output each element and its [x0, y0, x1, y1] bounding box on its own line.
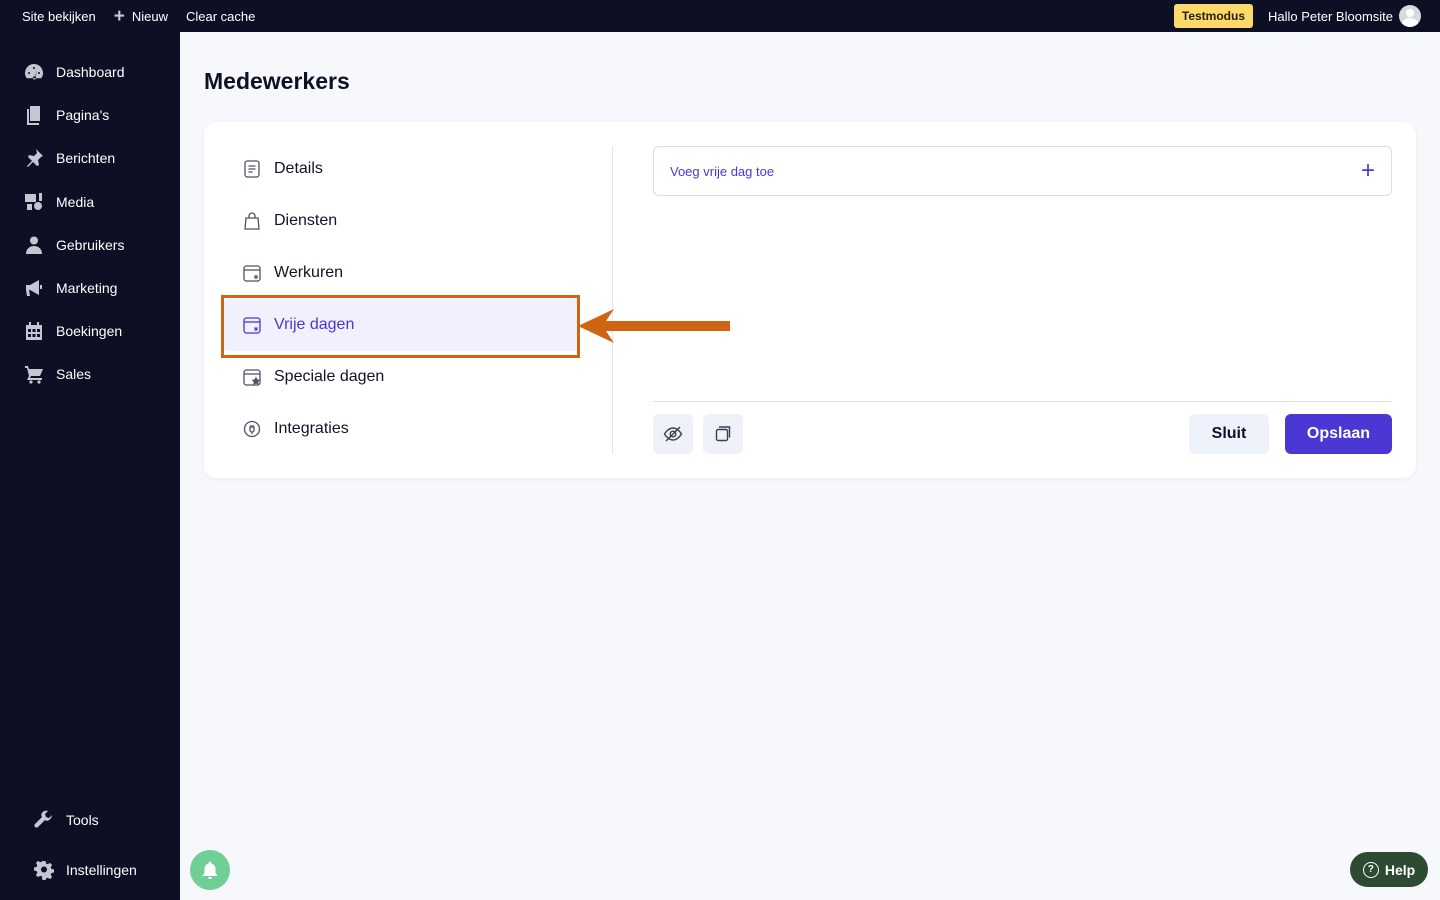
dashboard-icon: [25, 64, 43, 80]
bell-icon: [202, 861, 218, 879]
sidebar-item-label: Instellingen: [66, 862, 137, 878]
clear-cache-link[interactable]: Clear cache: [186, 9, 255, 24]
annotation-arrow-icon: [578, 309, 730, 343]
view-site-link[interactable]: Site bekijken: [22, 9, 96, 24]
plus-icon: +: [1360, 157, 1375, 184]
cart-icon: [25, 366, 43, 384]
help-label: Help: [1384, 861, 1416, 878]
test-mode-badge: Testmodus: [1173, 4, 1253, 28]
sidebar-item-label: Tools: [66, 812, 99, 828]
sidebar-item-tools[interactable]: Tools: [34, 810, 99, 830]
sidebar-item-label: Media: [56, 194, 95, 210]
tab-label: Diensten: [274, 212, 338, 229]
sidebar-item-boekingen[interactable]: Boekingen: [24, 321, 122, 341]
eye-off-icon: [663, 426, 683, 442]
sidebar-item-label: Boekingen: [56, 323, 123, 339]
user-icon: [26, 236, 42, 254]
tab-label: Details: [274, 160, 323, 177]
tab-label: Werkuren: [274, 264, 344, 281]
visibility-toggle-button[interactable]: [653, 414, 693, 454]
sidebar-item-label: Gebruikers: [56, 237, 125, 253]
new-menu[interactable]: + Nieuw: [114, 7, 168, 26]
add-day-off-button[interactable]: Voeg vrije dag toe +: [653, 146, 1392, 196]
add-day-off-label: Voeg vrije dag toe: [670, 163, 775, 179]
question-icon: ?: [1362, 861, 1379, 878]
column-divider: [612, 146, 613, 454]
sidebar-item-marketing[interactable]: Marketing: [24, 278, 117, 298]
sidebar-item-media[interactable]: Media: [24, 192, 94, 212]
footer-divider: [653, 401, 1392, 402]
admin-topbar: Site bekijken + Nieuw Clear cache Testmo…: [0, 0, 1440, 32]
calendar-icon: [26, 322, 42, 340]
calendar-star-icon: [243, 369, 261, 386]
document-icon: [244, 160, 260, 178]
sidebar-item-berichten[interactable]: Berichten: [24, 148, 115, 168]
sidebar-item-label: Sales: [56, 366, 92, 382]
integration-icon: [243, 420, 261, 438]
copy-icon: [715, 426, 731, 442]
pages-icon: [27, 106, 40, 125]
media-icon: [25, 193, 42, 210]
sidebar-item-label: Berichten: [56, 150, 116, 166]
sidebar-item-instellingen[interactable]: Instellingen: [34, 860, 137, 880]
page-title: Medewerkers: [204, 68, 350, 94]
sidebar-item-label: Marketing: [56, 280, 118, 296]
sidebar: Dashboard Pagina's Berichten Media Gebru…: [0, 32, 180, 900]
sidebar-item-gebruikers[interactable]: Gebruikers: [24, 235, 124, 255]
pin-icon: [27, 149, 43, 167]
notification-button[interactable]: [190, 850, 230, 890]
avatar[interactable]: [1399, 5, 1421, 27]
tab-details[interactable]: Details: [242, 143, 323, 195]
tab-label: Speciale dagen: [274, 368, 385, 385]
gear-icon: [34, 860, 54, 880]
sidebar-item-sales[interactable]: Sales: [24, 364, 91, 384]
close-button[interactable]: Sluit: [1189, 414, 1269, 454]
user-greeting[interactable]: Hallo Peter Bloomsite: [1268, 9, 1393, 24]
duplicate-button[interactable]: [703, 414, 743, 454]
tab-diensten[interactable]: Diensten: [242, 195, 337, 247]
save-button[interactable]: Opslaan: [1285, 414, 1392, 454]
sidebar-item-label: Dashboard: [56, 64, 125, 80]
highlight-annotation-box: [221, 295, 580, 358]
help-button[interactable]: ? Help: [1350, 852, 1428, 887]
tab-werkuren[interactable]: Werkuren: [242, 247, 343, 299]
tab-label: Integraties: [274, 420, 349, 437]
sidebar-item-pages[interactable]: Pagina's: [24, 105, 109, 125]
tab-integraties[interactable]: Integraties: [242, 403, 349, 455]
tab-speciale-dagen[interactable]: Speciale dagen: [242, 351, 384, 403]
new-label: Nieuw: [131, 8, 168, 24]
wrench-icon: [34, 810, 52, 828]
calendar-clock-icon: [243, 265, 261, 282]
plus-icon: +: [113, 5, 125, 27]
sidebar-item-label: Pagina's: [56, 107, 110, 123]
sidebar-item-dashboard[interactable]: Dashboard: [24, 62, 125, 82]
bag-icon: [244, 212, 260, 230]
megaphone-icon: [26, 280, 42, 296]
